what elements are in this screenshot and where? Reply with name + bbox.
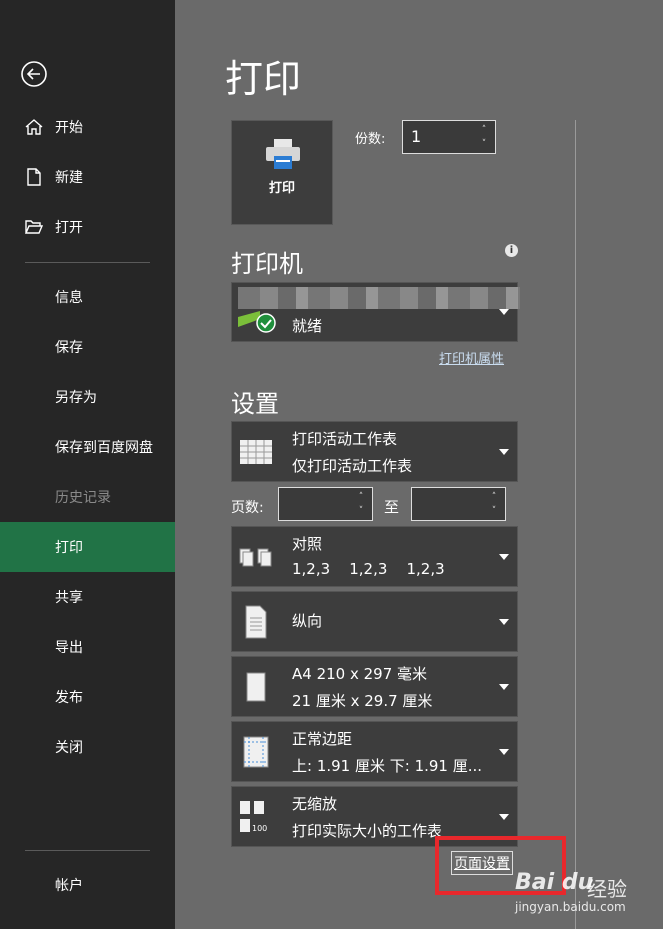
setting-line1: A4 210 x 297 毫米	[292, 665, 428, 683]
collated-icon	[239, 548, 272, 567]
printer-properties-link[interactable]: 打印机属性	[439, 348, 504, 367]
caret-down-icon	[499, 814, 509, 820]
printer-status: 就绪	[292, 317, 323, 335]
info-icon[interactable]: i	[505, 244, 518, 257]
nav-account[interactable]: 帐户	[0, 860, 175, 910]
printer-icon	[266, 139, 300, 169]
nav-history-label: 历史记录	[55, 490, 111, 506]
setting-line2: 上: 1.91 厘米 下: 1.91 厘...	[292, 757, 483, 775]
nav-new[interactable]: 新建	[0, 152, 175, 202]
orientation-dropdown[interactable]: 纵向	[231, 591, 518, 652]
pages-to-input[interactable]: ˄ ˅	[411, 487, 506, 521]
watermark-logo: Bai du	[515, 870, 594, 895]
caret-down-icon	[499, 449, 509, 455]
print-button-label: 打印	[268, 181, 295, 196]
home-icon	[25, 119, 43, 135]
portrait-icon	[245, 605, 267, 639]
nav-share-label: 共享	[55, 590, 83, 606]
settings-heading: 设置	[231, 390, 279, 418]
nav-export[interactable]: 导出	[0, 622, 175, 672]
chevron-down-icon[interactable]: ˅	[479, 138, 489, 150]
print-what-dropdown[interactable]: 打印活动工作表 仅打印活动工作表	[231, 421, 518, 482]
caret-down-icon	[499, 554, 509, 560]
baidu-watermark: Bai du 经验 jingyan.baidu.com	[515, 870, 660, 925]
setting-line2: 1,2,3 1,2,3 1,2,3	[292, 560, 445, 578]
backstage-sidebar: 开始 新建 打开 信息 保存 另存为 保存到百度网盘 历史记录 打印 共享 导出…	[0, 0, 175, 929]
paper-size-icon	[246, 672, 266, 702]
watermark-cn: 经验	[587, 877, 627, 901]
nav-account-label: 帐户	[55, 878, 83, 894]
nav-save-to-baidu-label: 保存到百度网盘	[55, 440, 153, 456]
setting-line1: 正常边距	[292, 730, 353, 748]
nav-save-as[interactable]: 另存为	[0, 372, 175, 422]
setting-line1: 对照	[292, 535, 323, 553]
printer-name-redacted	[238, 287, 520, 309]
setting-line1: 打印活动工作表	[292, 430, 398, 448]
caret-down-icon	[499, 749, 509, 755]
setting-line2: 仅打印活动工作表	[292, 457, 413, 475]
print-panel: 打印 打印 份数: 1 ˄ ˅ 打印机 i 就绪 打印机属性 设置 打印活动工作…	[175, 0, 663, 929]
preview-divider	[575, 120, 576, 929]
nav-open-label: 打开	[55, 220, 83, 236]
nav-save-to-baidu[interactable]: 保存到百度网盘	[0, 422, 175, 472]
nav-print[interactable]: 打印	[0, 522, 175, 572]
nav-print-label: 打印	[55, 540, 83, 556]
caret-down-icon	[499, 684, 509, 690]
setting-line2: 21 厘米 x 29.7 厘米	[292, 692, 433, 710]
nav-home[interactable]: 开始	[0, 102, 175, 152]
nav-open[interactable]: 打开	[0, 202, 175, 252]
nav-info[interactable]: 信息	[0, 272, 175, 322]
svg-text:100: 100	[252, 824, 267, 833]
page-title: 打印	[225, 57, 302, 101]
watermark-url: jingyan.baidu.com	[515, 900, 626, 914]
sidebar-divider	[25, 850, 150, 851]
sheet-grid-icon	[240, 440, 272, 464]
caret-down-icon	[499, 619, 509, 625]
printer-ready-icon	[238, 311, 276, 333]
back-arrow-icon[interactable]	[20, 60, 48, 88]
printer-dropdown[interactable]: 就绪	[231, 282, 520, 342]
copies-stepper[interactable]: 1 ˄ ˅	[402, 120, 496, 154]
nav-home-label: 开始	[55, 120, 83, 136]
setting-line2: 打印实际大小的工作表	[292, 822, 443, 840]
sidebar-divider	[25, 262, 150, 263]
nav-publish-label: 发布	[55, 690, 83, 706]
nav-publish[interactable]: 发布	[0, 672, 175, 722]
setting-line1: 无缩放	[292, 795, 338, 813]
nav-history: 历史记录	[0, 472, 175, 522]
collation-dropdown[interactable]: 对照 1,2,3 1,2,3 1,2,3	[231, 526, 518, 587]
nav-close[interactable]: 关闭	[0, 722, 175, 772]
margins-icon	[243, 736, 269, 768]
margins-dropdown[interactable]: 正常边距 上: 1.91 厘米 下: 1.91 厘...	[231, 721, 518, 782]
nav-info-label: 信息	[55, 290, 83, 306]
pages-label: 页数:	[231, 500, 264, 516]
chevron-up-icon[interactable]: ˄	[356, 491, 366, 503]
no-scaling-icon: 100	[240, 801, 267, 833]
caret-down-icon	[499, 309, 509, 315]
paper-size-dropdown[interactable]: A4 210 x 297 毫米 21 厘米 x 29.7 厘米	[231, 656, 518, 717]
chevron-up-icon[interactable]: ˄	[489, 491, 499, 503]
nav-close-label: 关闭	[55, 740, 83, 756]
pages-from-input[interactable]: ˄ ˅	[278, 487, 373, 521]
nav-save-label: 保存	[55, 340, 83, 356]
nav-save[interactable]: 保存	[0, 322, 175, 372]
copies-label: 份数:	[355, 132, 386, 147]
setting-line1: 纵向	[292, 612, 323, 630]
chevron-up-icon[interactable]: ˄	[479, 124, 489, 136]
copies-value: 1	[411, 127, 422, 146]
nav-new-label: 新建	[55, 170, 83, 186]
chevron-down-icon[interactable]: ˅	[489, 505, 499, 517]
new-document-icon	[27, 168, 41, 186]
chevron-down-icon[interactable]: ˅	[356, 505, 366, 517]
pages-to-label: 至	[384, 498, 400, 516]
printer-heading: 打印机	[231, 250, 303, 278]
open-folder-icon	[24, 220, 44, 234]
print-button[interactable]: 打印	[231, 120, 333, 225]
nav-save-as-label: 另存为	[55, 390, 97, 406]
nav-export-label: 导出	[55, 640, 83, 656]
nav-share[interactable]: 共享	[0, 572, 175, 622]
